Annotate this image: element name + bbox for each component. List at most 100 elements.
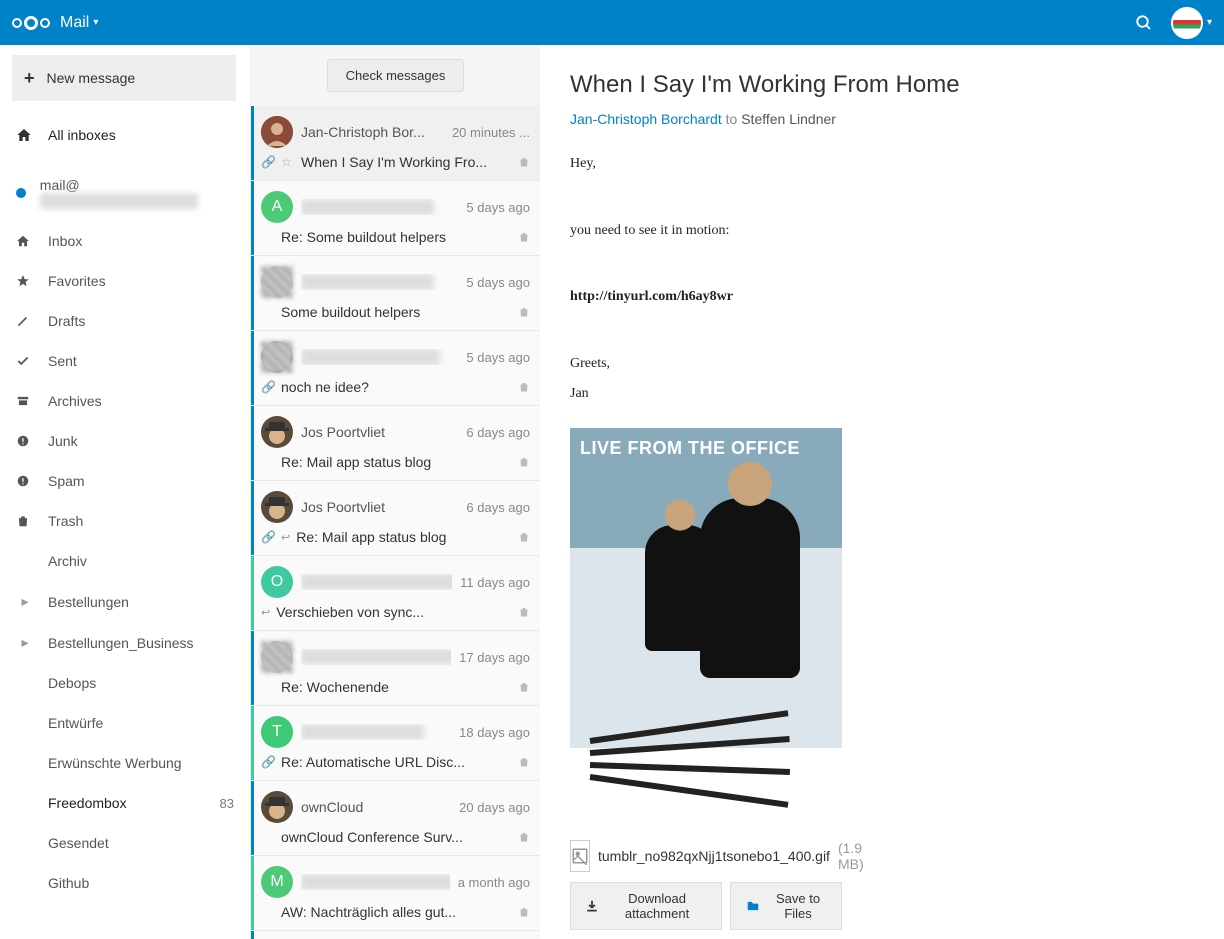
message-list-item[interactable]: T ██████ ██████ 18 days ago 🔗 Re: Automa… (251, 706, 540, 781)
message-list-item[interactable]: ██████ ██████████ 17 days ago Re: Wochen… (251, 631, 540, 706)
message-list-item[interactable]: M ███████ ████████ a month ago AW: Nacht… (251, 856, 540, 931)
folder-custom[interactable]: Entwürfe (0, 703, 250, 743)
sender-name: ██████████ ███ (301, 199, 458, 215)
message-list-item[interactable]: Jan-Christoph Bor... 20 minutes ... 🔗☆ W… (251, 106, 540, 181)
attachment-icon: 🔗 (261, 530, 275, 544)
trash-icon[interactable] (518, 906, 530, 918)
download-label: Download attachment (607, 891, 707, 921)
logo[interactable] (12, 16, 50, 30)
folder-custom[interactable]: Debops (0, 663, 250, 703)
folder-favorites[interactable]: Favorites (0, 261, 250, 301)
folder-custom[interactable]: Freedombox83 (0, 783, 250, 823)
attachment-file-row: tumblr_no982qxNjj1tsonebo1_400.gif (1.9 … (570, 840, 842, 872)
search-icon[interactable] (1135, 14, 1153, 32)
folder-custom[interactable]: Archiv (0, 541, 250, 581)
sender-avatar (261, 416, 293, 448)
sender-name: ██████████████████ (301, 574, 452, 590)
trash-icon[interactable] (518, 456, 530, 468)
attachment-preview[interactable]: LIVE FROM THE OFFICE (570, 428, 842, 828)
message-time: 6 days ago (466, 500, 530, 515)
folder-label: Bestellungen_Business (48, 635, 194, 651)
folder-badge: 83 (220, 796, 234, 811)
chevron-right-icon: ▸ (16, 634, 34, 651)
sender-avatar: O (261, 566, 293, 598)
sender-name: Jan-Christoph Bor... (301, 124, 444, 140)
attachment-size: (1.9 MB) (838, 840, 864, 872)
pencil-icon (16, 314, 34, 328)
trash-icon[interactable] (518, 606, 530, 618)
all-inboxes[interactable]: All inboxes (0, 115, 250, 155)
trash-icon[interactable] (518, 156, 530, 168)
folder-drafts[interactable]: Drafts (0, 301, 250, 341)
folder-junk[interactable]: Junk (0, 421, 250, 461)
trash-icon[interactable] (518, 681, 530, 693)
account-dot-icon (16, 188, 26, 198)
chevron-down-icon: ▾ (1207, 17, 1212, 28)
message-body: Hey, you need to see it in motion: http:… (570, 151, 1194, 408)
trash-icon[interactable] (518, 756, 530, 768)
message-list-item[interactable]: Jos Poortvliet 6 days ago Re: Mail app s… (251, 406, 540, 481)
check-icon (16, 354, 34, 368)
folder-label: Spam (48, 473, 85, 489)
app-menu[interactable]: Mail ▾ (60, 14, 98, 32)
message-subject-preview: When I Say I'm Working Fro... (301, 154, 512, 170)
save-to-files-button[interactable]: Save to Files (730, 882, 842, 930)
folder-inbox[interactable]: Inbox (0, 221, 250, 261)
download-attachment-button[interactable]: Download attachment (570, 882, 722, 930)
account-item[interactable]: mail@████████████████ (0, 165, 250, 221)
folder-label: Junk (48, 433, 78, 449)
message-content: When I Say I'm Working From Home Jan-Chr… (540, 45, 1224, 939)
message-subject-preview: Re: Some buildout helpers (281, 229, 512, 245)
message-list-item[interactable]: J ███ ██████ a month ago ↩ Fehlermeldung… (251, 931, 540, 939)
message-subject-preview: Some buildout helpers (281, 304, 512, 320)
trash-icon[interactable] (518, 831, 530, 843)
app-name-label: Mail (60, 14, 89, 32)
folder-spam[interactable]: Spam (0, 461, 250, 501)
reply-icon: ↩ (281, 531, 290, 544)
chevron-right-icon: ▸ (16, 593, 34, 610)
message-list-item[interactable]: A ██████████ ███ 5 days ago Re: Some bui… (251, 181, 540, 256)
message-subject-preview: ownCloud Conference Surv... (281, 829, 512, 845)
chevron-down-icon: ▾ (93, 17, 98, 28)
folder-label: Favorites (48, 273, 106, 289)
folder-custom[interactable]: ▸ Bestellungen_Business (0, 622, 250, 663)
folder-label: Inbox (48, 233, 82, 249)
user-menu[interactable]: ▾ (1171, 7, 1212, 39)
message-from[interactable]: Jan-Christoph Borchardt (570, 111, 722, 127)
folder-label: Trash (48, 513, 83, 529)
message-time: a month ago (458, 875, 530, 890)
folder-custom[interactable]: ▸Bestellungen (0, 581, 250, 622)
folder-custom[interactable]: Github (0, 863, 250, 903)
folder-custom[interactable]: Erwünschte Werbung (0, 743, 250, 783)
folder-archives[interactable]: Archives (0, 381, 250, 421)
folder-sent[interactable]: Sent (0, 341, 250, 381)
folder-label: Drafts (48, 313, 85, 329)
trash-icon[interactable] (518, 231, 530, 243)
trash-icon[interactable] (518, 306, 530, 318)
message-list-item[interactable]: ██████ ███████ 5 days ago Some buildout … (251, 256, 540, 331)
message-list-item[interactable]: ownCloud 20 days ago ownCloud Conference… (251, 781, 540, 856)
message-list-item[interactable]: Jos Poortvliet 6 days ago 🔗↩ Re: Mail ap… (251, 481, 540, 556)
to-label: to (726, 111, 738, 127)
folder-label: Archives (48, 393, 102, 409)
trash-icon[interactable] (518, 381, 530, 393)
star-icon (16, 274, 34, 288)
folder-icon (745, 899, 761, 913)
trash-icon[interactable] (518, 531, 530, 543)
new-message-button[interactable]: + New message (12, 55, 236, 101)
folder-label: Entwürfe (48, 715, 103, 731)
new-message-label: New message (47, 70, 136, 86)
image-caption: LIVE FROM THE OFFICE (580, 438, 800, 459)
message-subject-preview: Re: Automatische URL Disc... (281, 754, 512, 770)
folder-trash[interactable]: Trash (0, 501, 250, 541)
folder-custom[interactable]: Gesendet (0, 823, 250, 863)
message-list-item[interactable]: O ██████████████████ 11 days ago ↩ Versc… (251, 556, 540, 631)
body-link[interactable]: http://tinyurl.com/h6ay8wr (570, 284, 1194, 311)
message-time: 17 days ago (459, 650, 530, 665)
save-label: Save to Files (769, 891, 827, 921)
reply-icon: ↩ (261, 606, 270, 619)
check-messages-button[interactable]: Check messages (327, 59, 465, 92)
message-list-item[interactable]: ██████████████ 5 days ago 🔗 noch ne idee… (251, 331, 540, 406)
sender-name: ██████████████ (301, 349, 458, 365)
message-time: 20 minutes ... (452, 125, 530, 140)
